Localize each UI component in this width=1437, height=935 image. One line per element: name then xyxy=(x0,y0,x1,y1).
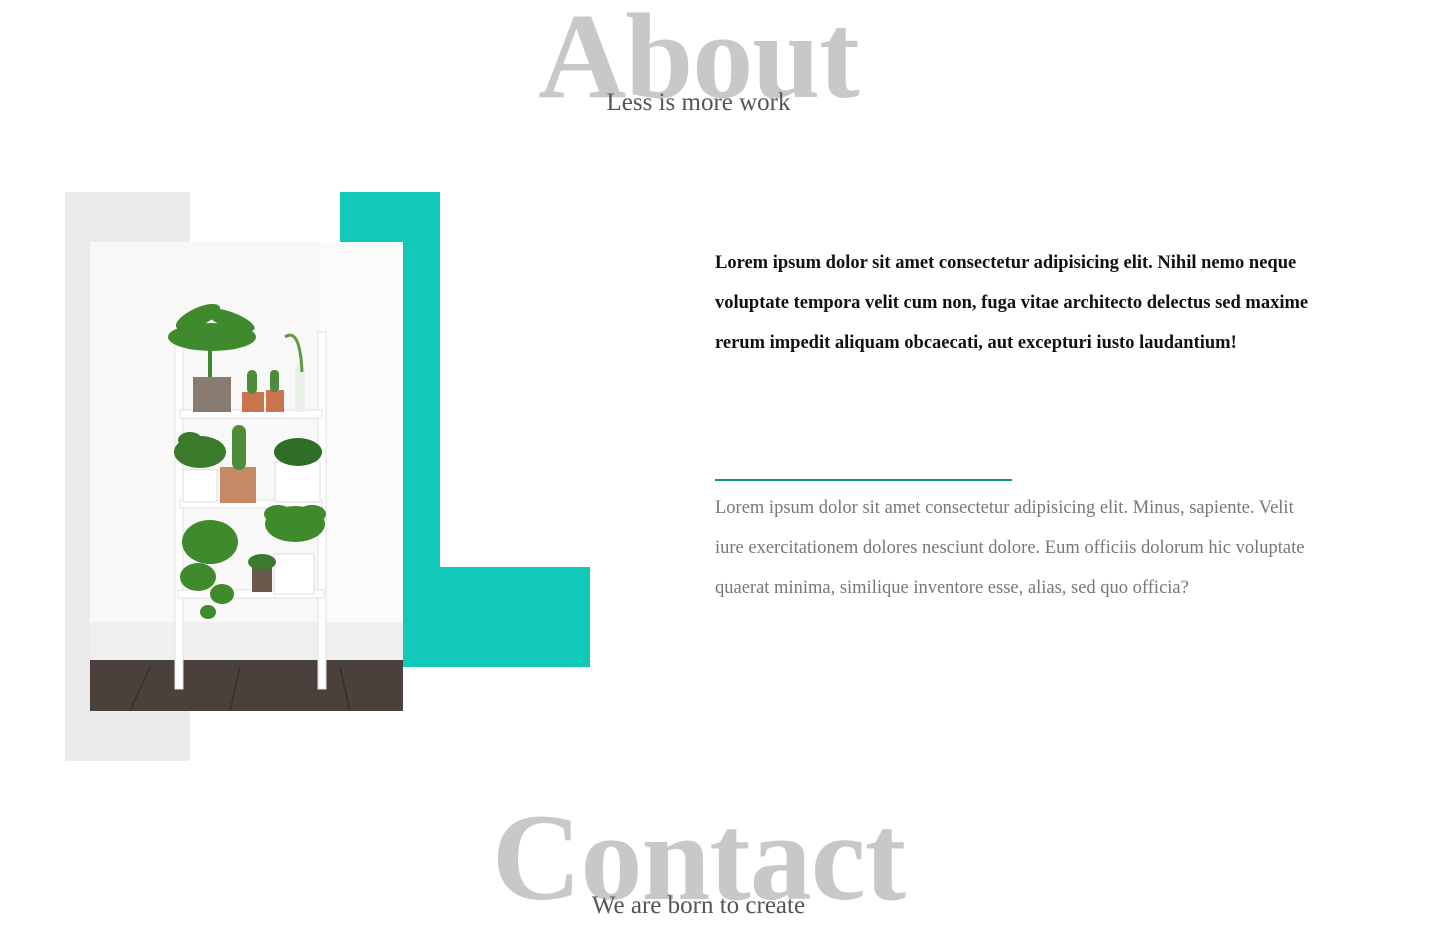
plant-ladder-photo xyxy=(90,242,403,711)
contact-subtitle: We are born to create xyxy=(591,892,806,919)
about-subtitle: Less is more work xyxy=(606,89,791,116)
accent-divider xyxy=(715,479,1012,481)
teal-decor-horizontal xyxy=(403,567,590,667)
about-lead-paragraph: Lorem ipsum dolor sit amet consectetur a… xyxy=(715,253,1309,353)
about-body-paragraph: Lorem ipsum dolor sit amet consectetur a… xyxy=(715,498,1305,598)
